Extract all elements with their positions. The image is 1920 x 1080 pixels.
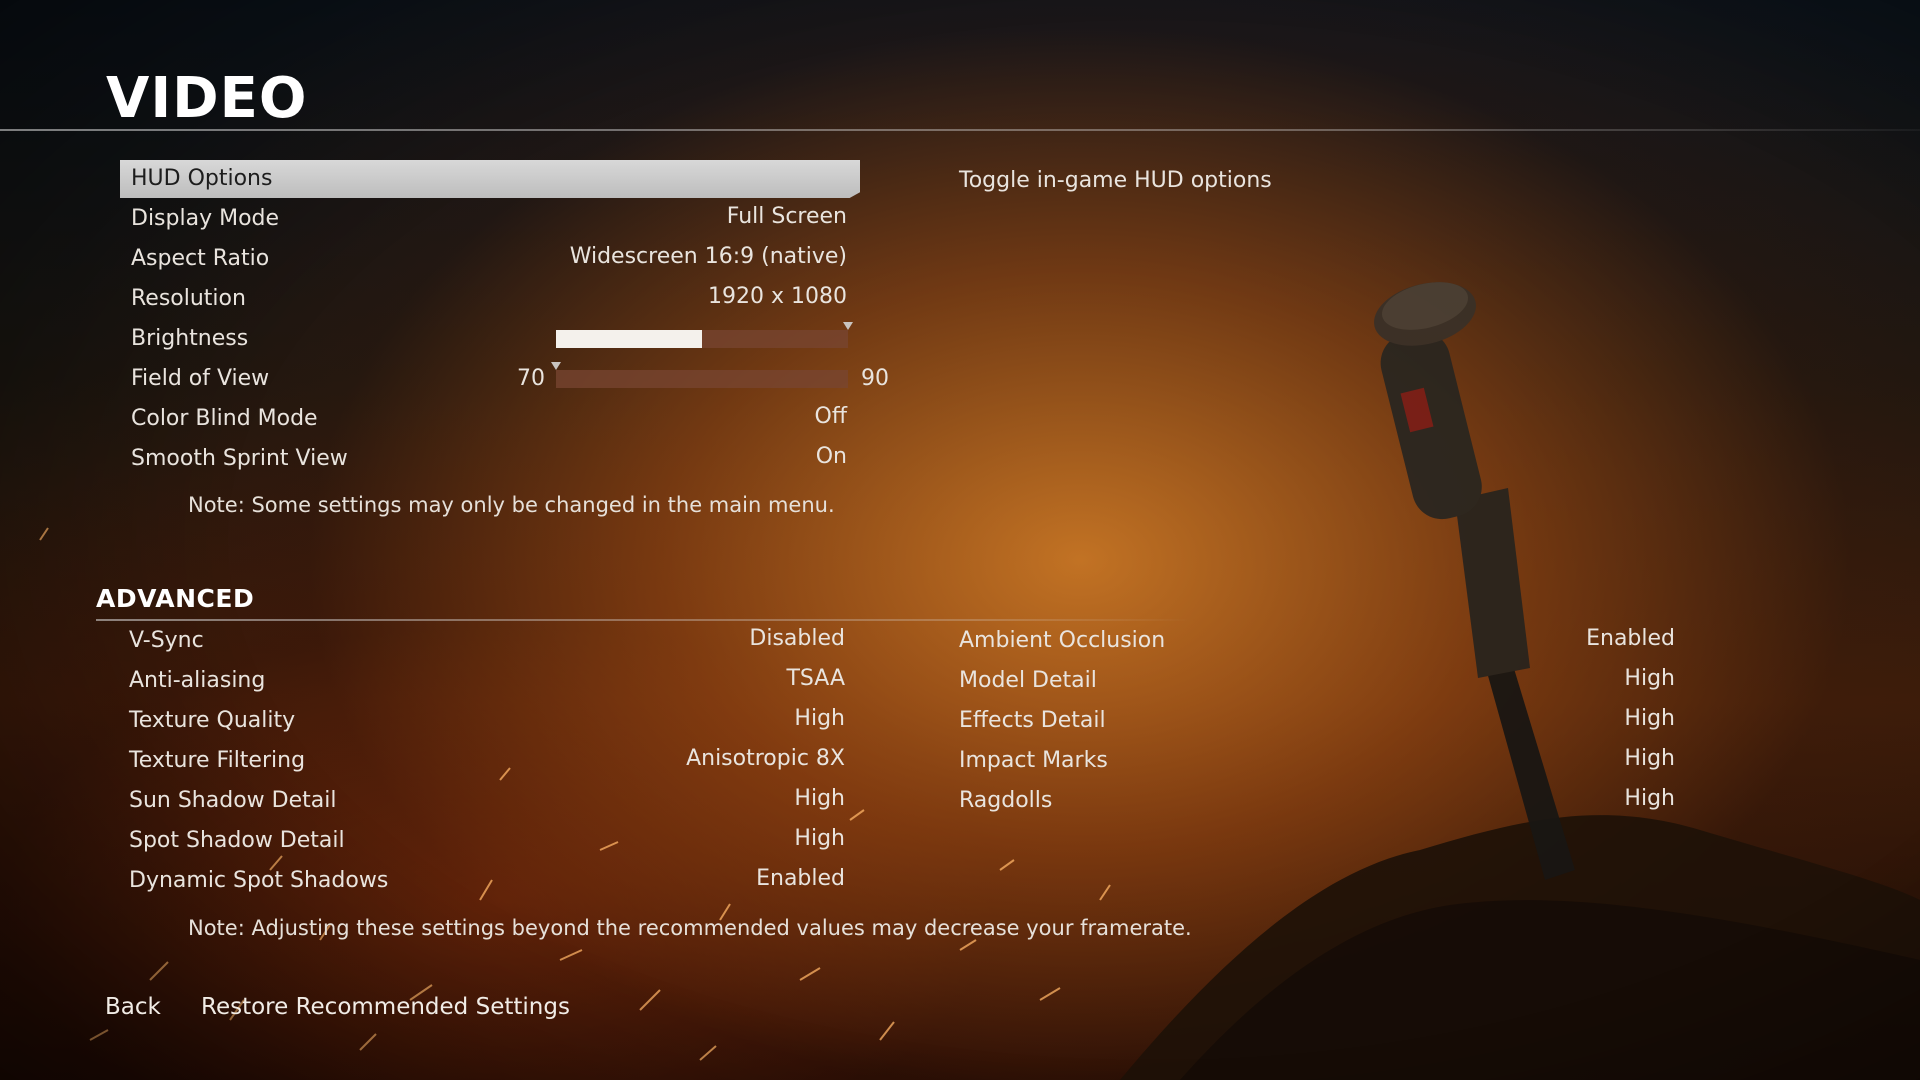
setting-help-text: Toggle in-game HUD options [959, 168, 1272, 193]
setting-value: 1920 x 1080 [708, 284, 847, 309]
brightness-slider-fill [556, 330, 702, 348]
setting-row-dynamic-spot-shadows[interactable]: Dynamic Spot Shadows Enabled [129, 864, 845, 900]
setting-row-impact-marks[interactable]: Impact Marks High [959, 744, 1675, 780]
setting-row-texture-quality[interactable]: Texture Quality High [129, 704, 845, 740]
setting-row-texture-filtering[interactable]: Texture Filtering Anisotropic 8X [129, 744, 845, 780]
setting-row-effects-detail[interactable]: Effects Detail High [959, 704, 1675, 740]
fov-max-value: 90 [861, 366, 889, 391]
setting-value: Off [814, 404, 847, 429]
setting-label: HUD Options [131, 166, 273, 191]
fov-slider[interactable] [551, 362, 848, 388]
setting-label: Texture Filtering [129, 748, 306, 773]
setting-value: High [794, 706, 845, 731]
setting-label: Ambient Occlusion [959, 628, 1166, 653]
setting-value: High [1624, 666, 1675, 691]
setting-value: High [794, 786, 845, 811]
setting-label: Effects Detail [959, 708, 1106, 733]
setting-label: Brightness [131, 326, 249, 351]
setting-row-smooth-sprint-view[interactable]: Smooth Sprint View On [131, 442, 847, 478]
setting-label: Sun Shadow Detail [129, 788, 337, 813]
brightness-slider-marker [843, 322, 853, 330]
setting-label: V-Sync [129, 628, 204, 653]
setting-label: Spot Shadow Detail [129, 828, 345, 853]
setting-row-hud-options[interactable]: HUD Options [120, 160, 860, 198]
setting-row-model-detail[interactable]: Model Detail High [959, 664, 1675, 700]
setting-value: High [794, 826, 845, 851]
setting-label: Ragdolls [959, 788, 1053, 813]
setting-value: TSAA [786, 666, 845, 691]
restore-recommended-settings-button[interactable]: Restore Recommended Settings [201, 994, 570, 1020]
fov-min-value: 70 [517, 366, 545, 391]
setting-label: Model Detail [959, 668, 1097, 693]
video-menu: VIDEO HUD Options Toggle in-game HUD opt… [0, 0, 1920, 1080]
setting-label: Texture Quality [129, 708, 296, 733]
setting-value: Anisotropic 8X [686, 746, 845, 771]
setting-row-display-mode[interactable]: Display Mode Full Screen [131, 202, 847, 238]
setting-row-anti-aliasing[interactable]: Anti-aliasing TSAA [129, 664, 845, 700]
video-note: Note: Some settings may only be changed … [188, 493, 835, 517]
advanced-section-title: ADVANCED [96, 584, 255, 613]
fov-slider-marker [551, 362, 561, 370]
setting-label: Display Mode [131, 206, 280, 231]
setting-row-v-sync[interactable]: V-Sync Disabled [129, 624, 845, 660]
setting-value: Enabled [1586, 626, 1675, 651]
setting-label: Color Blind Mode [131, 406, 318, 431]
setting-value: On [815, 444, 847, 469]
setting-label: Dynamic Spot Shadows [129, 868, 389, 893]
setting-label: Smooth Sprint View [131, 446, 348, 471]
setting-label: Aspect Ratio [131, 246, 270, 271]
setting-row-resolution[interactable]: Resolution 1920 x 1080 [131, 282, 847, 318]
title-divider [0, 129, 1920, 131]
setting-value: High [1624, 786, 1675, 811]
setting-row-sun-shadow-detail[interactable]: Sun Shadow Detail High [129, 784, 845, 820]
setting-row-aspect-ratio[interactable]: Aspect Ratio Widescreen 16:9 (native) [131, 242, 847, 278]
setting-value: High [1624, 706, 1675, 731]
setting-label: Resolution [131, 286, 246, 311]
setting-value: Enabled [756, 866, 845, 891]
setting-row-color-blind-mode[interactable]: Color Blind Mode Off [131, 402, 847, 438]
advanced-note: Note: Adjusting these settings beyond th… [188, 916, 1192, 940]
brightness-slider[interactable] [556, 322, 853, 348]
setting-label: Field of View [131, 366, 270, 391]
setting-row-ambient-occlusion[interactable]: Ambient Occlusion Enabled [959, 624, 1675, 660]
setting-value: High [1624, 746, 1675, 771]
setting-row-spot-shadow-detail[interactable]: Spot Shadow Detail High [129, 824, 845, 860]
setting-value: Disabled [749, 626, 845, 651]
back-button[interactable]: Back [105, 994, 161, 1020]
setting-value: Widescreen 16:9 (native) [569, 244, 847, 269]
setting-value: Full Screen [726, 204, 847, 229]
setting-label: Impact Marks [959, 748, 1108, 773]
setting-row-ragdolls[interactable]: Ragdolls High [959, 784, 1675, 820]
page-title: VIDEO [106, 66, 308, 131]
setting-label: Anti-aliasing [129, 668, 266, 693]
advanced-divider [96, 619, 1196, 621]
